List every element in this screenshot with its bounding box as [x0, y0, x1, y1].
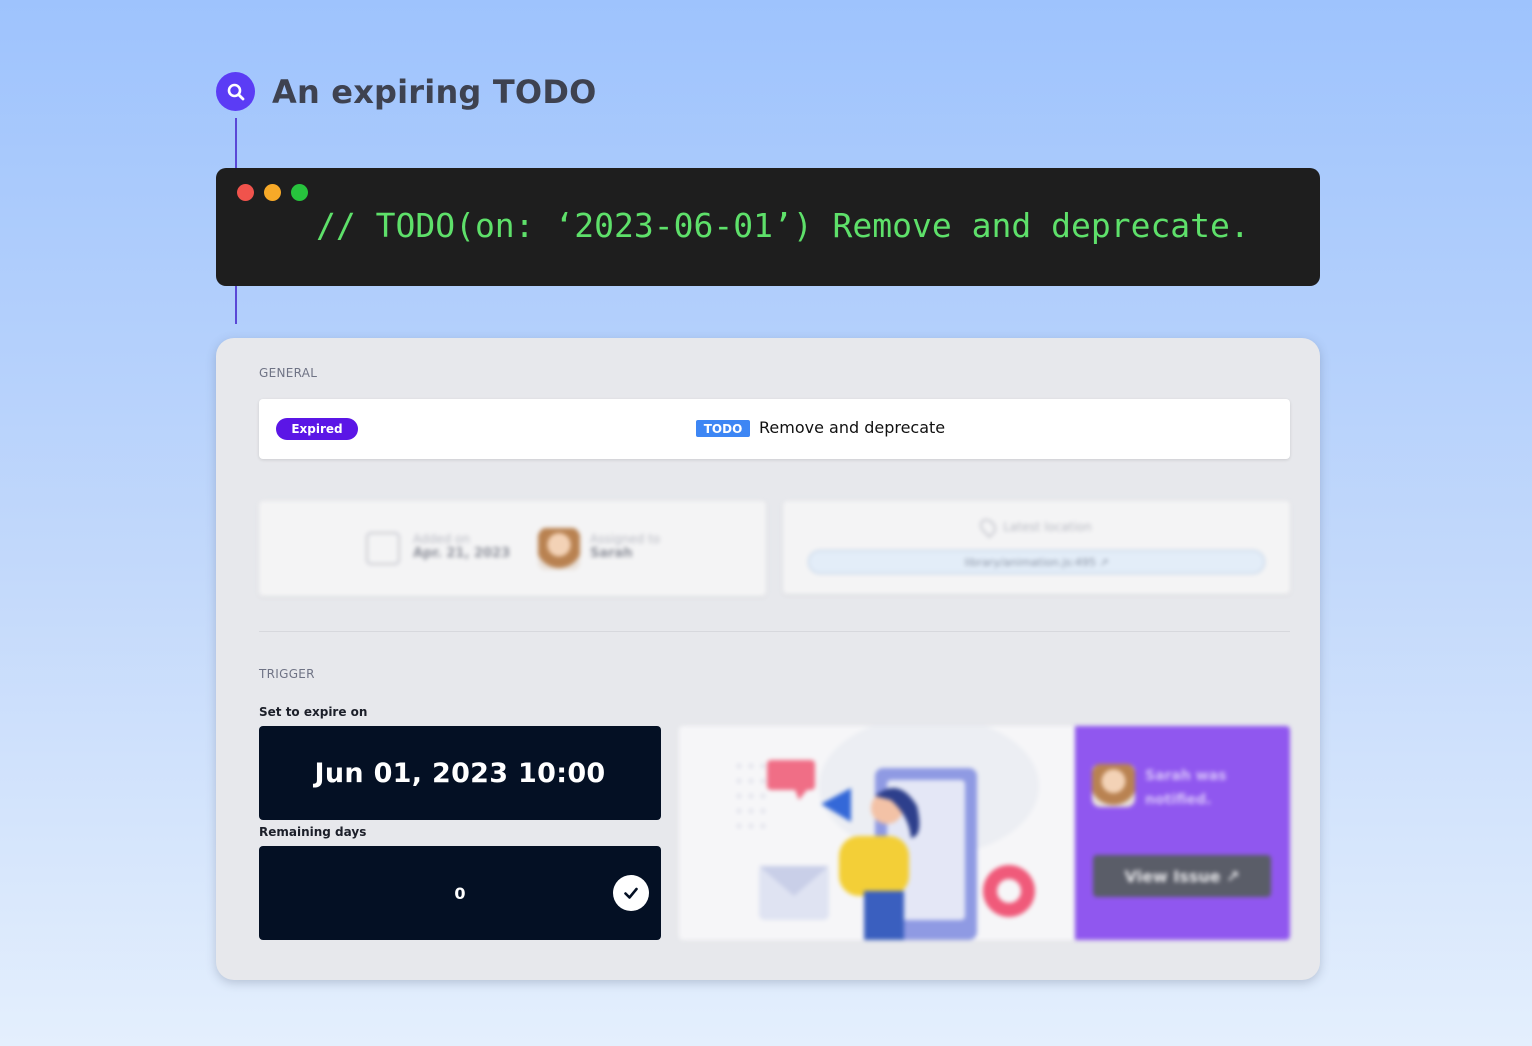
todo-title: Remove and deprecate — [759, 418, 946, 437]
view-issue-button[interactable]: View Issue ↗ — [1093, 855, 1271, 897]
section-divider — [259, 631, 1290, 632]
close-dot — [237, 184, 254, 201]
remaining-label: Remaining days — [259, 825, 367, 839]
connector-line — [235, 286, 237, 324]
location-box: Latest location library/animation.js:495… — [783, 501, 1290, 594]
todo-card: GENERAL Expired TODO Remove and deprecat… — [216, 338, 1320, 980]
notification-panel: Sarah was notified. View Issue ↗ — [1075, 726, 1290, 940]
todo-row[interactable]: Expired TODO Remove and deprecate — [259, 399, 1290, 459]
trigger-section-label: TRIGGER — [259, 667, 315, 681]
minimize-dot — [264, 184, 281, 201]
added-value: Apr. 21, 2023 — [413, 546, 511, 561]
avatar — [1092, 764, 1135, 807]
assigned-label: Assigned to — [590, 532, 661, 546]
expire-date-value: Jun 01, 2023 10:00 — [314, 757, 606, 789]
search-icon — [216, 72, 255, 111]
page-title: An expiring TODO — [272, 72, 597, 111]
location-link[interactable]: library/animation.js:495 ↗ — [808, 550, 1265, 574]
expire-label: Set to expire on — [259, 705, 368, 719]
status-badge: Expired — [276, 418, 358, 440]
avatar — [538, 528, 580, 570]
remaining-days-field[interactable]: 0 — [259, 846, 661, 940]
location-pin-icon — [976, 515, 1000, 538]
added-on-group: Added on Apr. 21, 2023 — [413, 532, 510, 561]
todo-tag: TODO — [696, 420, 750, 437]
megaphone-illustration — [737, 726, 1039, 940]
calendar-icon — [366, 532, 400, 565]
added-label: Added on — [413, 532, 470, 546]
remaining-days-value: 0 — [454, 883, 466, 903]
connector-line — [235, 118, 237, 168]
notification-text: Sarah was notified. — [1145, 768, 1227, 808]
added-assigned-box: Added on Apr. 21, 2023 Assigned to Sarah — [259, 501, 766, 596]
assigned-group: Assigned to Sarah — [590, 532, 660, 561]
maximize-dot — [291, 184, 308, 201]
page-header: An expiring TODO — [216, 72, 596, 111]
code-comment: // TODO(on: ‘2023-06-01’) Remove and dep… — [316, 206, 1250, 245]
location-header: Latest location — [783, 515, 1290, 538]
expire-date-field[interactable]: Jun 01, 2023 10:00 — [259, 726, 661, 820]
check-icon — [613, 875, 649, 911]
location-label: Latest location — [1003, 520, 1092, 534]
illustration — [679, 726, 1075, 940]
general-section-label: GENERAL — [259, 366, 318, 380]
assigned-value: Sarah — [590, 546, 633, 561]
